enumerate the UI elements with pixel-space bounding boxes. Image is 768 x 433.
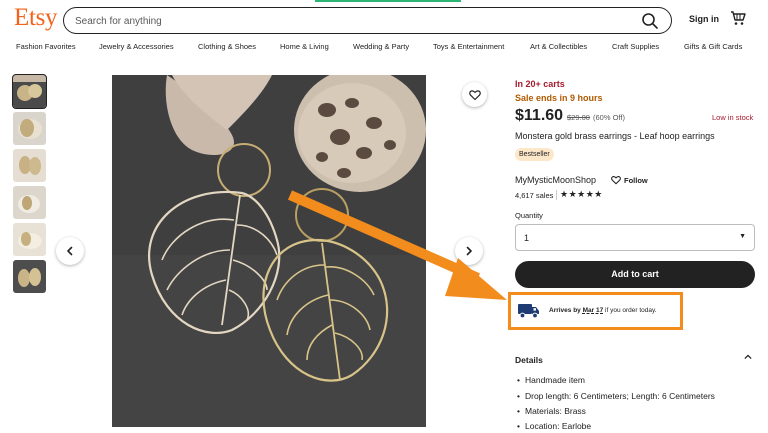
product-image (112, 75, 426, 427)
shop-name-link[interactable]: MyMysticMoonShop (515, 175, 596, 185)
heart-icon (611, 176, 621, 185)
caret-down-icon: ▼ (739, 233, 746, 240)
nav-item-craft[interactable]: Craft Supplies (612, 42, 659, 51)
quantity-value: 1 (524, 233, 530, 243)
next-image-button[interactable] (455, 237, 483, 265)
thumbnail-2[interactable] (13, 112, 46, 145)
cart-icon[interactable] (730, 10, 746, 26)
arrival-text: Arrives by Mar 17 if you order today. (549, 307, 657, 314)
chevron-up-icon[interactable] (744, 353, 752, 363)
thumbnail-4[interactable] (13, 186, 46, 219)
follow-button[interactable]: Follow (611, 175, 648, 185)
nav-item-home[interactable]: Home & Living (280, 42, 329, 51)
search-icon[interactable] (641, 12, 659, 30)
detail-item: Materials: Brass (517, 406, 586, 416)
nav-item-wedding[interactable]: Wedding & Party (353, 42, 409, 51)
sign-in-link[interactable]: Sign in (689, 14, 719, 24)
detail-item: Drop length: 6 Centimeters; Length: 6 Ce… (517, 391, 715, 401)
chevron-right-icon (466, 246, 472, 256)
star-rating[interactable]: ★★★★★ (560, 189, 603, 200)
add-to-cart-button[interactable]: Add to cart (515, 261, 755, 288)
arrival-estimate: Arrives by Mar 17 if you order today. (508, 292, 683, 330)
search-bar[interactable] (63, 7, 672, 34)
price: $11.60 (515, 107, 564, 124)
product-title: Monstera gold brass earrings - Leaf hoop… (515, 131, 715, 141)
bestseller-badge: Bestseller (515, 148, 554, 161)
nav-item-art[interactable]: Art & Collectibles (530, 42, 587, 51)
original-price: $29.00 (567, 113, 590, 122)
arrives-prefix: Arrives by (549, 307, 581, 314)
nav-item-clothing[interactable]: Clothing & Shoes (198, 42, 256, 51)
thumbnail-1[interactable] (12, 74, 47, 109)
nav-item-jewelry[interactable]: Jewelry & Accessories (99, 42, 174, 51)
sales-count: 4,617 sales (515, 191, 554, 200)
heart-icon (468, 89, 481, 100)
sale-ends-notice: Sale ends in 9 hours (515, 93, 603, 103)
header: Etsy Sign in (0, 0, 768, 38)
truck-icon (518, 304, 539, 319)
etsy-logo[interactable]: Etsy (14, 4, 58, 32)
detail-item: Handmade item (517, 375, 585, 385)
product-photo (112, 75, 426, 427)
nav-item-gifts[interactable]: Gifts & Gift Cards (684, 42, 742, 51)
nav-item-toys[interactable]: Toys & Entertainment (433, 42, 504, 51)
discount: (60% Off) (593, 113, 625, 122)
favorite-button[interactable] (462, 82, 487, 107)
prev-image-button[interactable] (56, 237, 84, 265)
thumbnail-5[interactable] (13, 223, 46, 256)
arrives-suffix: if you order today. (605, 307, 657, 314)
divider (556, 190, 557, 200)
quantity-select[interactable]: 1 ▼ (515, 224, 755, 251)
arrives-date[interactable]: Mar 17 (583, 307, 604, 314)
nav-item-fashion[interactable]: Fashion Favorites (16, 42, 76, 51)
top-strip (315, 0, 461, 2)
follow-label: Follow (624, 175, 648, 185)
category-nav: Fashion Favorites Jewelry & Accessories … (0, 40, 768, 56)
chevron-left-icon (67, 246, 73, 256)
thumbnail-6[interactable] (13, 260, 46, 293)
thumbnail-3[interactable] (13, 149, 46, 182)
search-input[interactable] (75, 13, 615, 29)
detail-item: Location: Earlobe (517, 421, 591, 431)
stock-status: Low in stock (712, 113, 754, 122)
details-heading[interactable]: Details (515, 355, 543, 365)
in-carts-notice: In 20+ carts (515, 79, 565, 89)
quantity-label: Quantity (515, 211, 543, 220)
